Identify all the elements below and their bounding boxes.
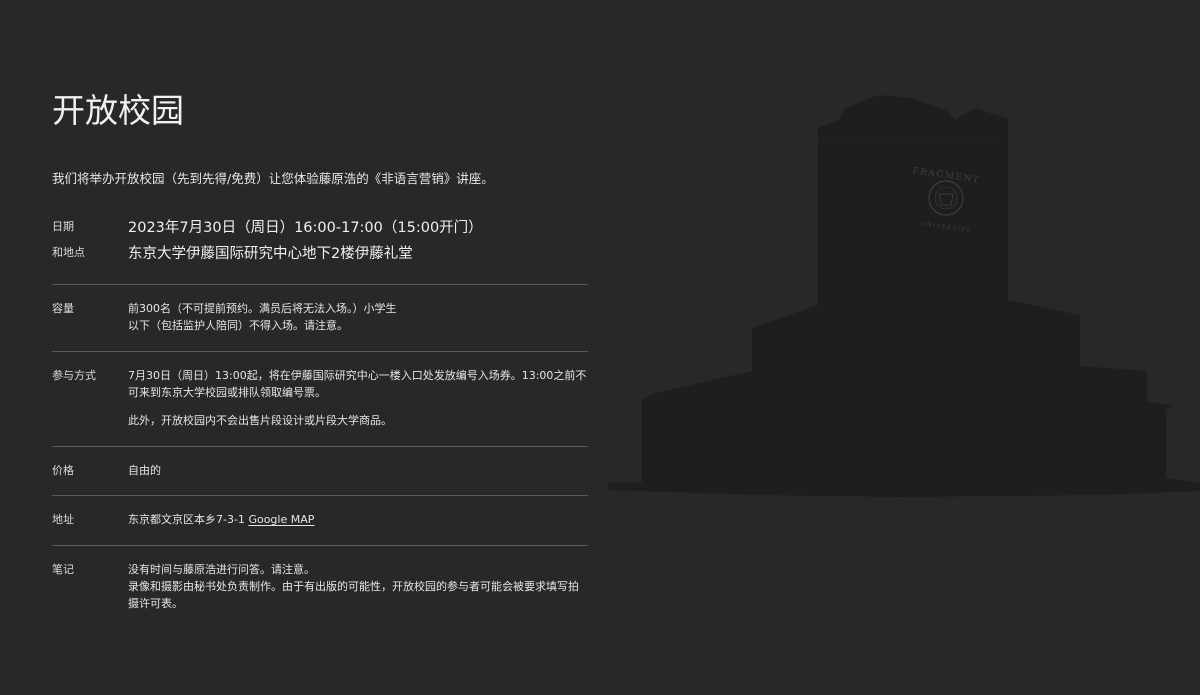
- notes-label: 笔记: [52, 563, 74, 576]
- page-title: 开放校园: [52, 91, 184, 130]
- sign-top-text: FRAGMENT: [912, 166, 981, 185]
- address-text: 东京都文京区本乡7-3-1: [128, 513, 245, 526]
- date-label: 日期: [52, 220, 74, 233]
- intro-text: 我们将举办开放校园（先到先得/免费）让您体验藤原浩的《非语言营销》讲座。: [52, 171, 494, 186]
- price-text: 自由的: [128, 464, 161, 477]
- schedule-block: 日期 2023年7月30日（周日）16:00-17:00（15:00开门） 和地…: [52, 213, 588, 265]
- participation-label: 参与方式: [52, 369, 96, 382]
- address-row: 地址 东京都文京区本乡7-3-1 Google MAP: [52, 495, 588, 545]
- sign-crest-icon: [928, 180, 964, 216]
- date-value: 2023年7月30日（周日）16:00-17:00（15:00开门）: [128, 219, 483, 236]
- address-label: 地址: [52, 513, 74, 526]
- participation-text-1: 7月30日（周日）13:00起，将在伊藤国际研究中心一楼入口处发放编号入场券。1…: [128, 369, 587, 399]
- sign-bottom-text: UNIVERSITY: [921, 221, 972, 235]
- participation-text-2: 此外，开放校园内不会出售片段设计或片段大学商品。: [128, 414, 392, 427]
- notes-text-1: 没有时间与藤原浩进行问答。请注意。: [128, 563, 315, 576]
- capacity-row: 容量 前300名（不可提前预约。满员后将无法入场。）小学生以下（包括监护人陪同）…: [52, 284, 588, 351]
- google-map-link[interactable]: Google MAP: [248, 513, 314, 526]
- building-ground: [608, 95, 1200, 497]
- capacity-text: 前300名（不可提前预约。满员后将无法入场。）小学生以下（包括监护人陪同）不得入…: [128, 302, 397, 332]
- place-row: 和地点 东京大学伊藤国际研究中心地下2楼伊藤礼堂: [52, 239, 588, 265]
- date-row: 日期 2023年7月30日（周日）16:00-17:00（15:00开门）: [52, 213, 588, 239]
- building-edge: [817, 135, 1009, 140]
- participation-row: 参与方式 7月30日（周日）13:00起，将在伊藤国际研究中心一楼入口处发放编号…: [52, 351, 588, 446]
- fragment-university-sign: FRAGMENT UNIVERSITY: [912, 166, 981, 234]
- notes-row: 笔记 没有时间与藤原浩进行问答。请注意。 录像和摄影由秘书处负责制作。由于有出版…: [52, 545, 588, 625]
- price-label: 价格: [52, 464, 74, 477]
- notes-text-2: 录像和摄影由秘书处负责制作。由于有出版的可能性，开放校园的参与者可能会被要求填写…: [128, 580, 579, 610]
- capacity-label: 容量: [52, 302, 74, 315]
- price-row: 价格 自由的: [52, 446, 588, 495]
- details-table: 容量 前300名（不可提前预约。满员后将无法入场。）小学生以下（包括监护人陪同）…: [52, 284, 588, 625]
- place-value: 东京大学伊藤国际研究中心地下2楼伊藤礼堂: [128, 245, 413, 262]
- place-label: 和地点: [52, 246, 85, 259]
